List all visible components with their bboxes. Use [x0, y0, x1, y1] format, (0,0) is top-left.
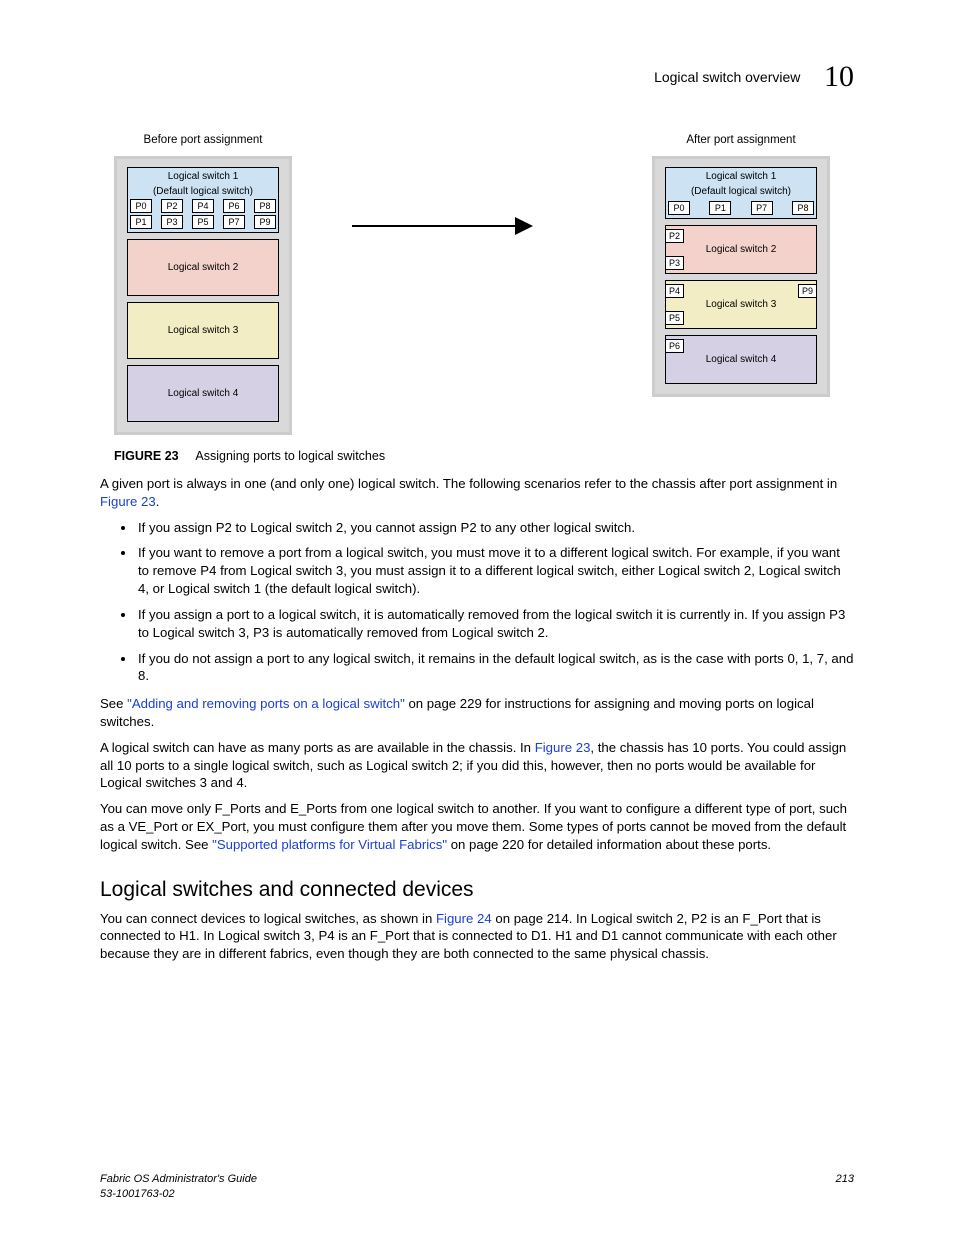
logical-switch-1-before: Logical switch 1 (Default logical switch… — [127, 167, 279, 233]
logical-switch-2-before: Logical switch 2 — [127, 239, 279, 296]
page: Logical switch overview 10 Before port a… — [0, 0, 954, 1235]
page-footer: Fabric OS Administrator's Guide 53-10017… — [100, 1172, 854, 1201]
logical-switch-4-before: Logical switch 4 — [127, 365, 279, 422]
paragraph-5: You can connect devices to logical switc… — [100, 910, 854, 963]
logical-switch-4-after: P6 Logical switch 4 — [665, 335, 817, 384]
figure-caption-text: Assigning ports to logical switches — [195, 449, 385, 463]
link-figure-23-b[interactable]: Figure 23 — [535, 740, 591, 755]
header-title: Logical switch overview — [654, 69, 800, 85]
bullet-list: If you assign P2 to Logical switch 2, yo… — [100, 519, 854, 686]
link-adding-removing-ports[interactable]: "Adding and removing ports on a logical … — [127, 696, 405, 711]
logical-switch-3-after: P4 P5 P9 Logical switch 3 — [665, 280, 817, 329]
link-figure-23[interactable]: Figure 23 — [100, 494, 156, 509]
figure-after-column: After port assignment Logical switch 1 (… — [652, 134, 830, 397]
port-p2-a: P2 — [665, 229, 684, 243]
port-p7: P7 — [223, 215, 245, 229]
logical-switch-3-before: Logical switch 3 — [127, 302, 279, 359]
port-p8: P8 — [254, 199, 276, 213]
port-p1-a: P1 — [709, 201, 731, 215]
section-heading: Logical switches and connected devices — [100, 878, 854, 902]
sw3-label: Logical switch 3 — [128, 303, 278, 358]
chassis-before: Logical switch 1 (Default logical switch… — [114, 156, 292, 435]
link-figure-24[interactable]: Figure 24 — [436, 911, 492, 926]
port-p6: P6 — [223, 199, 245, 213]
figure-caption: FIGURE 23 Assigning ports to logical swi… — [114, 449, 854, 463]
port-p6-a: P6 — [665, 339, 684, 353]
sw3-label-a: Logical switch 3 — [666, 281, 816, 328]
sw1-title-b-after: (Default logical switch) — [666, 183, 816, 198]
figure-before-column: Before port assignment Logical switch 1 … — [114, 134, 292, 435]
logical-switch-1-after: Logical switch 1 (Default logical switch… — [665, 167, 817, 219]
port-p2: P2 — [161, 199, 183, 213]
port-p4: P4 — [192, 199, 214, 213]
logical-switch-2-after: P2 P3 Logical switch 2 — [665, 225, 817, 274]
after-label: After port assignment — [652, 134, 830, 146]
sw4-label-a: Logical switch 4 — [666, 336, 816, 383]
bullet-4: If you do not assign a port to any logic… — [136, 650, 854, 686]
port-p9-a: P9 — [798, 284, 817, 298]
port-p4-a: P4 — [665, 284, 684, 298]
paragraph-4: You can move only F_Ports and E_Ports fr… — [100, 800, 854, 853]
port-p0: P0 — [130, 199, 152, 213]
sw2-label-a: Logical switch 2 — [666, 226, 816, 273]
port-p7-a: P7 — [751, 201, 773, 215]
port-p8-a: P8 — [792, 201, 814, 215]
port-p3: P3 — [161, 215, 183, 229]
sw1-title-a: Logical switch 1 — [128, 168, 278, 183]
paragraph-1: A given port is always in one (and only … — [100, 475, 854, 511]
paragraph-3: A logical switch can have as many ports … — [100, 739, 854, 792]
bullet-2: If you want to remove a port from a logi… — [136, 544, 854, 597]
port-p5-a: P5 — [665, 311, 684, 325]
sw4-label: Logical switch 4 — [128, 366, 278, 421]
chassis-after: Logical switch 1 (Default logical switch… — [652, 156, 830, 397]
sw2-label: Logical switch 2 — [128, 240, 278, 295]
running-header: Logical switch overview 10 — [100, 60, 854, 94]
sw1-title-b: (Default logical switch) — [128, 183, 278, 198]
port-p3-a: P3 — [665, 256, 684, 270]
footer-doc-number: 53-1001763-02 — [100, 1187, 257, 1201]
figure-23: Before port assignment Logical switch 1 … — [114, 134, 854, 463]
footer-book-title: Fabric OS Administrator's Guide — [100, 1172, 257, 1186]
figure-caption-label: FIGURE 23 — [114, 449, 179, 463]
port-p9: P9 — [254, 215, 276, 229]
chapter-number: 10 — [824, 60, 854, 94]
footer-page-number: 213 — [836, 1172, 854, 1201]
bullet-3: If you assign a port to a logical switch… — [136, 606, 854, 642]
port-p5: P5 — [192, 215, 214, 229]
port-p1: P1 — [130, 215, 152, 229]
paragraph-2: See "Adding and removing ports on a logi… — [100, 695, 854, 731]
link-supported-platforms[interactable]: "Supported platforms for Virtual Fabrics… — [212, 837, 447, 852]
before-label: Before port assignment — [114, 134, 292, 146]
port-p0-a: P0 — [668, 201, 690, 215]
bullet-1: If you assign P2 to Logical switch 2, yo… — [136, 519, 854, 537]
sw1-title-a-after: Logical switch 1 — [666, 168, 816, 183]
